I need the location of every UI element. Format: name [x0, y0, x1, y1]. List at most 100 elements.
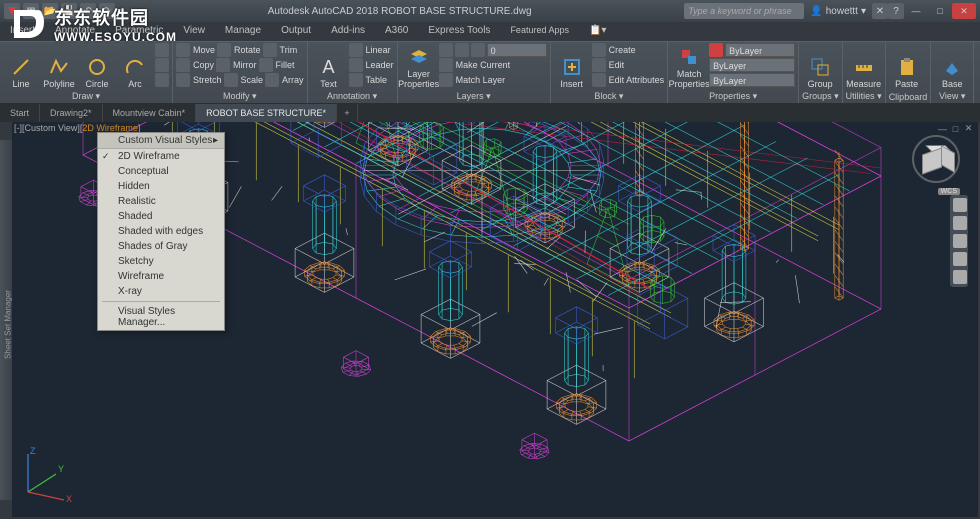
viewcube[interactable]: WCS	[912, 135, 960, 183]
viewport-close[interactable]: ✕	[963, 123, 974, 134]
ribbon-tab[interactable]: View	[173, 22, 215, 41]
color-swatch[interactable]	[709, 43, 723, 57]
circle-button[interactable]: Circle	[79, 43, 115, 89]
menu-item[interactable]: Shaded	[98, 209, 224, 224]
file-tab-add[interactable]: +	[337, 104, 358, 122]
ribbon-tab[interactable]: Manage	[215, 22, 271, 41]
scale-icon[interactable]	[224, 73, 238, 87]
draw-small-icon[interactable]	[155, 58, 169, 72]
btn-label[interactable]: Copy	[192, 60, 214, 70]
ribbon-tab[interactable]: A360	[375, 22, 418, 41]
btn-label[interactable]: Scale	[240, 75, 264, 85]
draw-small-icon[interactable]	[155, 43, 169, 57]
btn-label[interactable]: Move	[192, 45, 215, 55]
help-icon[interactable]: ?	[888, 3, 904, 19]
menu-item[interactable]: Shades of Gray	[98, 239, 224, 254]
exchange-icon[interactable]: ✕	[872, 3, 888, 19]
panel-title[interactable]: Utilities ▾	[846, 90, 882, 102]
btn-label[interactable]: Make Current	[455, 60, 511, 70]
menu-item[interactable]: ✓2D Wireframe	[98, 149, 224, 164]
maximize-button[interactable]: □	[928, 3, 952, 19]
match-layer-icon[interactable]	[439, 73, 453, 87]
viewcube-cube[interactable]	[922, 145, 950, 173]
file-tab-active[interactable]: ROBOT BASE STRUCTURE*	[196, 104, 337, 122]
rotate-icon[interactable]	[217, 43, 231, 57]
btn-label[interactable]: Leader	[365, 60, 394, 70]
menu-item[interactable]: Shaded with edges	[98, 224, 224, 239]
lineweight-dropdown[interactable]: ByLayer	[709, 58, 795, 72]
steering-wheel-icon[interactable]	[953, 198, 967, 212]
menu-item[interactable]: Conceptual	[98, 164, 224, 179]
measure-button[interactable]: Measure	[846, 43, 882, 89]
edit-attr-icon[interactable]	[592, 73, 606, 87]
create-icon[interactable]	[592, 43, 606, 57]
panel-title[interactable]: Block ▾	[554, 90, 665, 102]
make-current-icon[interactable]	[439, 58, 453, 72]
copy-icon[interactable]	[176, 58, 190, 72]
menu-item[interactable]: X-ray	[98, 284, 224, 299]
draw-small-icon[interactable]	[155, 73, 169, 87]
panel-title[interactable]: View ▾	[934, 90, 970, 102]
ribbon-tab[interactable]: Express Tools	[418, 22, 500, 41]
menu-item[interactable]: Realistic	[98, 194, 224, 209]
move-icon[interactable]	[176, 43, 190, 57]
pan-icon[interactable]	[953, 216, 967, 230]
insert-button[interactable]: Insert	[554, 43, 590, 89]
ribbon-tab[interactable]: Add-ins	[321, 22, 375, 41]
orbit-icon[interactable]	[953, 252, 967, 266]
dim-icon[interactable]	[349, 43, 363, 57]
file-tab[interactable]: Drawing2*	[40, 104, 103, 122]
leader-icon[interactable]	[349, 58, 363, 72]
panel-title[interactable]: Draw ▾	[3, 90, 169, 102]
menu-header[interactable]: Custom Visual Styles▸	[98, 133, 224, 149]
ribbon-tab[interactable]: Output	[271, 22, 321, 41]
minimize-button[interactable]: —	[904, 3, 928, 19]
btn-label[interactable]: Table	[365, 75, 388, 85]
match-properties-button[interactable]: Match Properties	[671, 43, 707, 89]
polyline-button[interactable]: Polyline	[41, 43, 77, 89]
panel-title[interactable]: Clipboard	[889, 91, 928, 102]
base-button[interactable]: Base	[934, 43, 970, 89]
search-input[interactable]: Type a keyword or phrase	[684, 3, 804, 19]
btn-label[interactable]: Edit Attributes	[608, 75, 665, 85]
edit-icon[interactable]	[592, 58, 606, 72]
zoom-icon[interactable]	[953, 234, 967, 248]
layer-state-icon[interactable]	[471, 43, 485, 57]
text-button[interactable]: AText	[311, 43, 347, 89]
file-tab[interactable]: Mountview Cabin*	[103, 104, 197, 122]
btn-label[interactable]: Create	[608, 45, 636, 55]
ribbon-tab-expand[interactable]: 📋▾	[579, 22, 616, 41]
paste-button[interactable]: Paste	[889, 43, 925, 89]
viewcube-front[interactable]	[922, 147, 942, 174]
linetype-dropdown[interactable]: ByLayer	[709, 73, 795, 87]
layer-state-icon[interactable]	[439, 43, 453, 57]
btn-label[interactable]: Edit	[608, 60, 625, 70]
btn-label[interactable]: Stretch	[192, 75, 222, 85]
arc-button[interactable]: Arc	[117, 43, 153, 89]
layer-dropdown[interactable]: 0	[487, 43, 547, 57]
fillet-icon[interactable]	[259, 58, 273, 72]
trim-icon[interactable]	[263, 43, 277, 57]
menu-item[interactable]: Wireframe	[98, 269, 224, 284]
stretch-icon[interactable]	[176, 73, 190, 87]
viewport-maximize[interactable]: □	[950, 123, 961, 134]
panel-title[interactable]: Groups ▾	[802, 90, 839, 102]
user-menu[interactable]: 👤howettt▾	[810, 6, 866, 17]
sheet-set-sidebar[interactable]: Sheet Set Manager	[0, 140, 12, 500]
btn-label[interactable]: Rotate	[233, 45, 261, 55]
btn-label[interactable]: Linear	[365, 45, 391, 55]
close-button[interactable]: ✕	[952, 3, 976, 19]
panel-title[interactable]: Properties ▾	[671, 90, 795, 102]
viewcube-wcs[interactable]: WCS	[938, 188, 960, 195]
panel-title[interactable]: Layers ▾	[401, 90, 547, 102]
btn-label[interactable]: Match Layer	[455, 75, 506, 85]
group-button[interactable]: Group	[802, 43, 838, 89]
layer-properties-button[interactable]: Layer Properties	[401, 43, 437, 89]
file-tab[interactable]: Start	[0, 104, 40, 122]
menu-item[interactable]: Hidden	[98, 179, 224, 194]
viewport-minimize[interactable]: —	[937, 123, 948, 134]
ribbon-tab[interactable]: Featured Apps	[500, 22, 579, 41]
menu-item[interactable]: Sketchy	[98, 254, 224, 269]
table-icon[interactable]	[349, 73, 363, 87]
line-button[interactable]: Line	[3, 43, 39, 89]
